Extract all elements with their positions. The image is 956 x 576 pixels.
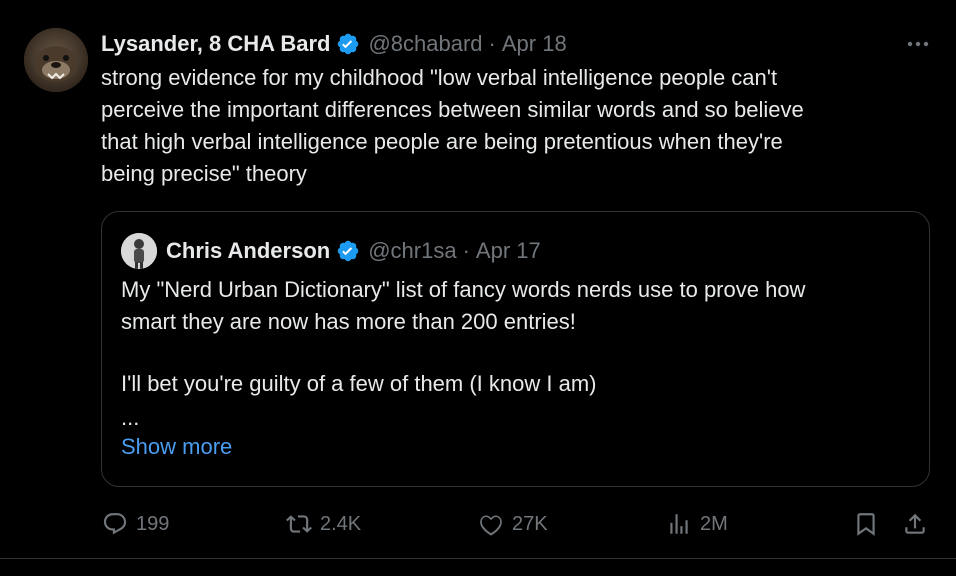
display-name[interactable]: Lysander, 8 CHA Bard: [101, 31, 330, 57]
quoted-timestamp[interactable]: Apr 17: [476, 238, 541, 264]
reply-count: 199: [136, 512, 170, 535]
verified-badge-icon: [336, 239, 360, 263]
truncation-ellipsis: ...: [121, 405, 140, 430]
separator-dot: ·: [488, 31, 496, 56]
reply-icon: [103, 513, 127, 535]
quoted-tweet[interactable]: Chris Anderson @chr1sa · Apr 17 My "Nerd…: [101, 211, 930, 487]
like-button[interactable]: 27K: [478, 506, 548, 542]
like-count: 27K: [512, 512, 548, 535]
like-icon: [480, 515, 502, 536]
separator-dot: ·: [462, 238, 470, 263]
retweet-button[interactable]: 2.4K: [286, 506, 361, 542]
tweet-header: Lysander, 8 CHA Bard @8chabard · Apr 18: [101, 30, 567, 58]
share-button[interactable]: [902, 506, 928, 542]
share-icon: [905, 513, 925, 534]
show-more-link[interactable]: Show more: [121, 434, 232, 460]
tweet-text: strong evidence for my childhood "low ve…: [101, 65, 804, 186]
quoted-avatar[interactable]: [121, 233, 157, 269]
verified-badge-icon: [336, 32, 360, 56]
reply-button[interactable]: 199: [102, 506, 169, 542]
quoted-display-name[interactable]: Chris Anderson: [166, 238, 330, 264]
action-bar: 199 2.4K 27K 2M: [0, 506, 956, 542]
quoted-handle[interactable]: @chr1sa: [368, 238, 456, 264]
handle[interactable]: @8chabard: [368, 31, 482, 57]
timestamp[interactable]: Apr 18: [502, 31, 567, 57]
quoted-text-line: I'll bet you're guilty of a few of them …: [121, 371, 597, 396]
view-count: 2M: [700, 512, 728, 535]
more-icon[interactable]: [904, 32, 932, 56]
retweet-count: 2.4K: [320, 512, 362, 535]
views-button[interactable]: 2M: [666, 506, 728, 542]
quoted-text: My "Nerd Urban Dictionary" list of fancy…: [121, 274, 911, 400]
bookmark-button[interactable]: [853, 506, 879, 542]
avatar[interactable]: [24, 28, 88, 92]
quoted-text-line: My "Nerd Urban Dictionary" list of fancy…: [121, 277, 806, 302]
retweet-icon: [286, 515, 312, 533]
quoted-header: Chris Anderson @chr1sa · Apr 17: [166, 236, 541, 266]
views-icon: [670, 514, 688, 534]
tweet: Lysander, 8 CHA Bard @8chabard · Apr 18 …: [0, 0, 956, 576]
quoted-text-line: smart they are now has more than 200 ent…: [121, 309, 576, 334]
divider: [0, 558, 956, 559]
bookmark-icon: [857, 513, 875, 536]
